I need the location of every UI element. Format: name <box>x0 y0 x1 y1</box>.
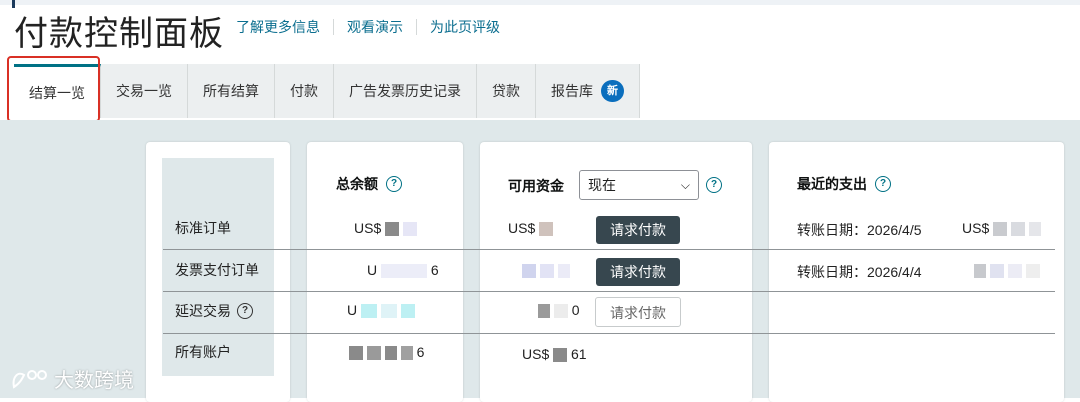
request-payment-button[interactable]: 请求付款 <box>596 258 680 286</box>
recent-payouts-title: 最近的支出 ? <box>797 174 891 194</box>
payout-amount-1: US$ <box>962 220 1041 237</box>
help-icon[interactable]: ? <box>237 303 253 319</box>
redacted-value <box>989 264 1004 279</box>
available-all-value: US$ 61 <box>522 346 587 363</box>
header-links: 了解更多信息 观看演示 为此页评级 <box>236 19 513 35</box>
row-label-deferred-text: 延迟交易 <box>175 303 231 319</box>
available-funds-card: 可用资金 现在 ⌵ ? US$ 请求付款 请求付款 0 请求付款 US$ 61 <box>480 142 752 402</box>
redacted-value <box>557 264 570 279</box>
tab-bar: 结算一览 交易一览 所有结算 付款 广告发票历史记录 贷款 报告库新 <box>14 64 640 118</box>
row-label-deferred: 延迟交易 ? <box>175 301 253 321</box>
currency-prefix: U <box>367 262 378 278</box>
total-standard-value: US$ <box>354 220 418 237</box>
redacted-value <box>361 304 378 319</box>
watermark: 大数跨境 <box>10 364 134 393</box>
row-divider <box>163 333 1055 334</box>
tab-payments[interactable]: 付款 <box>275 64 334 118</box>
row-labels-card: 标准订单 发票支付订单 延迟交易 ? 所有账户 <box>146 142 290 402</box>
available-standard-value: US$ <box>508 220 554 237</box>
redacted-value <box>380 304 397 319</box>
redacted-value <box>385 222 400 237</box>
redacted-value <box>553 348 568 363</box>
total-balance-title: 总余额 ? <box>336 174 402 194</box>
help-icon[interactable]: ? <box>875 176 891 192</box>
payout-date-2: 转账日期：2026/4/4 <box>797 264 922 280</box>
row-divider <box>163 249 1055 250</box>
watermark-logo-icon <box>12 369 47 389</box>
row-label-standard: 标准订单 <box>175 220 231 236</box>
tab-label: 交易一览 <box>116 83 172 99</box>
rate-page-link[interactable]: 为此页评级 <box>416 19 513 35</box>
redacted-value <box>1007 264 1022 279</box>
annotation-highlight-box <box>7 56 100 122</box>
chevron-down-icon: ⌵ <box>680 178 690 192</box>
value-tail: 6 <box>416 344 425 360</box>
redacted-value <box>1025 264 1040 279</box>
available-invoice-value <box>522 262 570 279</box>
tab-label: 所有结算 <box>203 83 259 99</box>
payout-date-1: 转账日期：2026/4/5 <box>797 222 922 238</box>
row-labels-panel: 标准订单 发票支付订单 延迟交易 ? 所有账户 <box>162 158 274 376</box>
tab-label: 付款 <box>290 83 318 99</box>
value-tail: 6 <box>430 262 439 278</box>
available-funds-title: 可用资金 <box>508 178 564 194</box>
tab-transaction-overview[interactable]: 交易一览 <box>101 64 188 118</box>
tab-all-settlements[interactable]: 所有结算 <box>188 64 275 118</box>
dashboard-content: 标准订单 发票支付订单 延迟交易 ? 所有账户 总余额 ? US$ U 6 U <box>0 120 1080 402</box>
row-divider <box>163 291 1055 292</box>
currency-prefix: US$ <box>522 346 550 362</box>
currency-prefix: U <box>347 302 358 318</box>
help-icon[interactable]: ? <box>706 177 722 193</box>
redacted-value <box>539 222 554 237</box>
currency-prefix: US$ <box>962 220 990 236</box>
redacted-value <box>366 346 381 361</box>
redacted-value <box>400 346 413 361</box>
row-label-all: 所有账户 <box>175 344 231 360</box>
time-select[interactable]: 现在 ⌵ <box>579 170 699 200</box>
new-badge: 新 <box>601 80 624 102</box>
redacted-value <box>1028 222 1041 237</box>
recent-payouts-title-text: 最近的支出 <box>797 176 867 192</box>
redacted-value <box>522 264 536 279</box>
page-title: 付款控制面板 <box>14 15 224 53</box>
total-invoice-value: U 6 <box>367 262 439 279</box>
tab-label: 贷款 <box>492 83 520 99</box>
redacted-value <box>539 264 554 279</box>
redacted-value <box>400 304 415 319</box>
tab-label: 广告发票历史记录 <box>349 83 461 99</box>
redacted-value <box>993 222 1008 237</box>
total-balance-title-text: 总余额 <box>336 176 378 192</box>
time-select-value: 现在 <box>588 177 616 193</box>
total-all-value: 6 <box>349 344 425 361</box>
recent-payouts-card: 最近的支出 ? 转账日期：2026/4/5 US$ 转账日期：2026/4/4 <box>769 142 1064 402</box>
currency-prefix: US$ <box>508 220 536 236</box>
total-deferred-value: U <box>347 302 415 319</box>
row-label-invoice: 发票支付订单 <box>175 262 259 278</box>
value-tail: 61 <box>571 346 587 362</box>
tab-label: 报告库 <box>551 83 593 99</box>
value-tail: 0 <box>571 302 580 318</box>
tab-report-library[interactable]: 报告库新 <box>536 64 640 118</box>
redacted-value <box>403 222 418 237</box>
payout-amount-2 <box>974 262 1040 279</box>
tab-loans[interactable]: 贷款 <box>477 64 536 118</box>
learn-more-link[interactable]: 了解更多信息 <box>236 19 333 35</box>
request-payment-button[interactable]: 请求付款 <box>596 216 680 244</box>
redacted-value <box>349 346 363 361</box>
redacted-value <box>974 264 986 279</box>
redacted-value <box>553 304 568 319</box>
redacted-value <box>538 304 550 319</box>
redacted-value <box>1011 222 1026 237</box>
watermark-text: 大数跨境 <box>54 370 134 392</box>
available-deferred-value: 0 <box>538 302 580 319</box>
currency-prefix: US$ <box>354 220 382 236</box>
help-icon[interactable]: ? <box>386 176 402 192</box>
watch-demo-link[interactable]: 观看演示 <box>333 19 416 35</box>
request-payment-button-disabled[interactable]: 请求付款 <box>595 297 681 327</box>
redacted-value <box>384 346 397 361</box>
redacted-value <box>381 264 428 279</box>
total-balance-card: 总余额 ? US$ U 6 U 6 <box>307 142 463 402</box>
tab-ad-invoice-history[interactable]: 广告发票历史记录 <box>334 64 477 118</box>
top-strip <box>0 0 1080 5</box>
